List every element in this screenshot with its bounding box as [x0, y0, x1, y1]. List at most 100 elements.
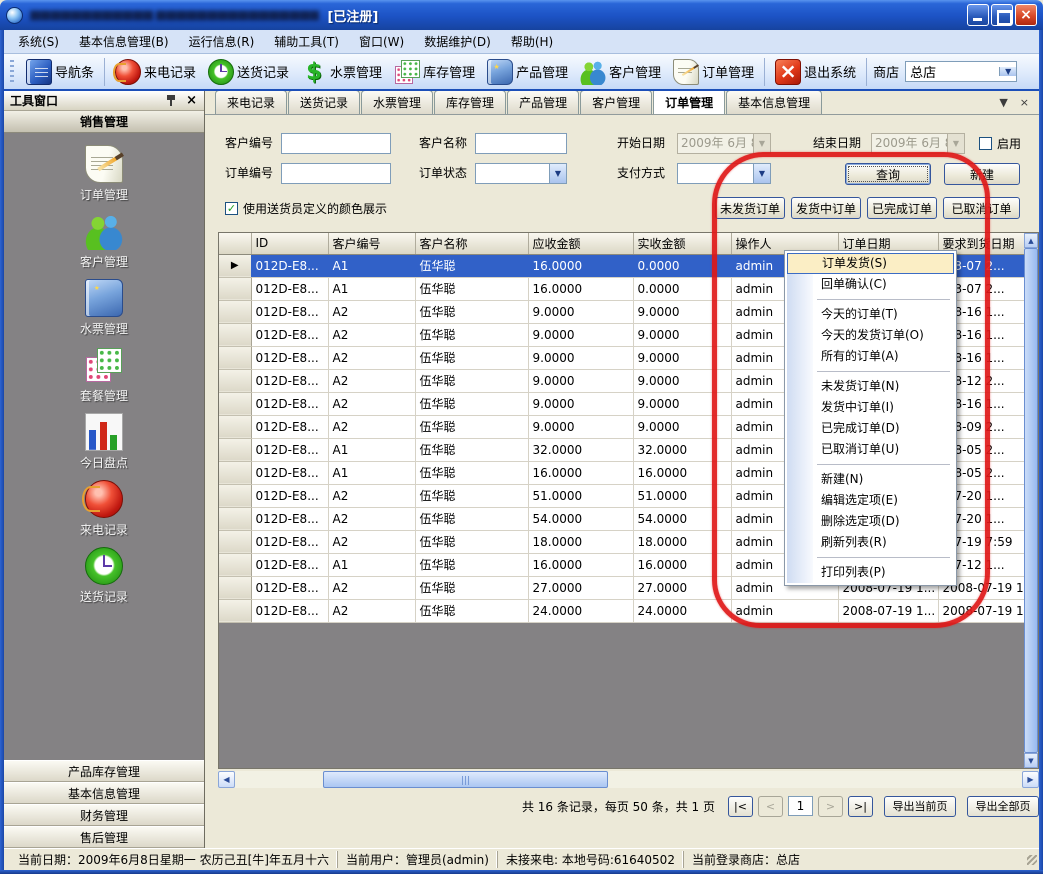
- toolbar-button[interactable]: 导航条: [20, 57, 100, 87]
- toolbar-button[interactable]: 送货记录: [202, 57, 295, 87]
- grid-column-header[interactable]: ID: [251, 233, 328, 254]
- context-menu-item[interactable]: 已取消订单(U): [787, 439, 954, 460]
- toolbar-button[interactable]: 库存管理: [388, 57, 481, 87]
- toolbar-button[interactable]: 订单管理: [667, 57, 760, 87]
- menubar-item[interactable]: 数据维护(D): [414, 29, 501, 54]
- context-menu-item[interactable]: 新建(N): [787, 469, 954, 490]
- tab-scroll-down-icon[interactable]: ▼: [999, 96, 1007, 109]
- tab[interactable]: 库存管理: [434, 90, 506, 114]
- menubar-item[interactable]: 辅助工具(T): [264, 29, 349, 54]
- first-page-button[interactable]: |<: [728, 796, 753, 817]
- pay-method-select[interactable]: ▼: [677, 163, 771, 184]
- scroll-down-icon[interactable]: ▼: [1024, 753, 1038, 768]
- row-selector-cell[interactable]: [219, 300, 251, 323]
- next-page-button[interactable]: >: [818, 796, 843, 817]
- row-selector-cell[interactable]: [219, 415, 251, 438]
- vertical-scrollbar-thumb[interactable]: [1024, 248, 1038, 753]
- sidebar-close-icon[interactable]: ×: [183, 93, 200, 108]
- grid-column-header[interactable]: 客户名称: [415, 233, 528, 254]
- scroll-right-icon[interactable]: ▶: [1022, 771, 1039, 788]
- sidebar-item[interactable]: 客户管理: [44, 212, 164, 270]
- context-menu-item[interactable]: 回单确认(C): [787, 274, 954, 295]
- order-status-filter-button[interactable]: 发货中订单: [791, 197, 861, 219]
- toolbar-button[interactable]: 客户管理: [574, 57, 667, 87]
- tab[interactable]: 基本信息管理: [726, 90, 822, 114]
- scroll-left-icon[interactable]: ◀: [218, 771, 235, 788]
- sidebar-item[interactable]: 送货记录: [44, 547, 164, 605]
- order-status-filter-button[interactable]: 已完成订单: [867, 197, 937, 219]
- row-selector-cell[interactable]: [219, 599, 251, 622]
- export-all-pages-button[interactable]: 导出全部页: [967, 796, 1039, 817]
- menubar-item[interactable]: 窗口(W): [349, 29, 414, 54]
- toolbar-button[interactable]: 产品管理: [481, 57, 574, 87]
- row-selector-cell[interactable]: [219, 277, 251, 300]
- context-menu-item[interactable]: 打印列表(P): [787, 562, 954, 583]
- chevron-down-icon[interactable]: ▼: [947, 134, 964, 153]
- close-button[interactable]: ×: [1015, 4, 1037, 26]
- tab[interactable]: 水票管理: [361, 90, 433, 114]
- end-date-picker[interactable]: 2009年 6月 8日 ▼: [871, 133, 965, 154]
- toolbar-button[interactable]: [104, 58, 105, 86]
- minimize-button[interactable]: [967, 4, 989, 26]
- menubar-item[interactable]: 帮助(H): [501, 29, 563, 54]
- context-menu-item[interactable]: [817, 299, 950, 300]
- new-button[interactable]: 新建: [944, 163, 1020, 185]
- row-selector-cell[interactable]: [219, 369, 251, 392]
- row-selector-cell[interactable]: [219, 507, 251, 530]
- customer-no-input[interactable]: [281, 133, 391, 154]
- export-current-page-button[interactable]: 导出当前页: [884, 796, 956, 817]
- chevron-down-icon[interactable]: ▼: [549, 164, 566, 183]
- sidebar-item[interactable]: 今日盘点: [44, 413, 164, 471]
- row-selector-cell[interactable]: [219, 553, 251, 576]
- row-selector-cell[interactable]: [219, 392, 251, 415]
- row-selector-cell[interactable]: [219, 576, 251, 599]
- tab[interactable]: 送货记录: [288, 90, 360, 114]
- pin-icon[interactable]: [165, 94, 177, 107]
- row-selector-cell[interactable]: [219, 530, 251, 553]
- context-menu-item[interactable]: 所有的订单(A): [787, 346, 954, 367]
- row-selector-cell[interactable]: [219, 461, 251, 484]
- sidebar-item[interactable]: 订单管理: [44, 145, 164, 203]
- tab[interactable]: 产品管理: [507, 90, 579, 114]
- sidebar-item[interactable]: 套餐管理: [44, 346, 164, 404]
- toolbar-button[interactable]: [866, 58, 867, 86]
- tab[interactable]: 来电记录: [215, 90, 287, 114]
- maximize-button[interactable]: [991, 4, 1013, 26]
- row-selector-cell[interactable]: [219, 484, 251, 507]
- toolbar-button[interactable]: 退出系统: [769, 57, 862, 87]
- shop-select[interactable]: 总店 ▼: [905, 61, 1017, 82]
- context-menu-item[interactable]: 今天的订单(T): [787, 304, 954, 325]
- last-page-button[interactable]: >|: [848, 796, 873, 817]
- menubar-item[interactable]: 基本信息管理(B): [69, 29, 179, 54]
- row-selector-cell[interactable]: [219, 323, 251, 346]
- sidebar-group-bar[interactable]: 基本信息管理: [4, 782, 204, 804]
- context-menu-item[interactable]: 编辑选定项(E): [787, 490, 954, 511]
- enable-checkbox[interactable]: [979, 137, 992, 150]
- sidebar-item[interactable]: 来电记录: [44, 480, 164, 538]
- sidebar-group-header[interactable]: 销售管理: [4, 111, 204, 133]
- scroll-up-icon[interactable]: ▲: [1024, 233, 1038, 248]
- horizontal-scrollbar-thumb[interactable]: [323, 771, 608, 788]
- context-menu-item[interactable]: 订单发货(S): [787, 253, 954, 274]
- context-menu-item[interactable]: 已完成订单(D): [787, 418, 954, 439]
- horizontal-scrollbar[interactable]: ◀ ▶: [218, 771, 1039, 788]
- toolbar-grip-icon[interactable]: [10, 60, 14, 84]
- grid-column-header[interactable]: 应收金额: [528, 233, 633, 254]
- row-selector-cell[interactable]: [219, 438, 251, 461]
- context-menu-item[interactable]: 删除选定项(D): [787, 511, 954, 532]
- table-row[interactable]: 012D-E8...A2伍华聪24.000024.0000admin2008-0…: [219, 599, 1026, 622]
- chevron-down-icon[interactable]: ▼: [753, 134, 770, 153]
- row-selector-cell[interactable]: [219, 346, 251, 369]
- toolbar-button[interactable]: [764, 58, 765, 86]
- context-menu-item[interactable]: 未发货订单(N): [787, 376, 954, 397]
- customer-name-input[interactable]: [475, 133, 567, 154]
- sidebar-group-bar[interactable]: 财务管理: [4, 804, 204, 826]
- context-menu-item[interactable]: [817, 557, 950, 558]
- sidebar-group-bar[interactable]: 售后管理: [4, 826, 204, 848]
- chevron-down-icon[interactable]: ▼: [999, 67, 1016, 76]
- tab[interactable]: 订单管理: [653, 88, 725, 114]
- sidebar-item[interactable]: 水票管理: [44, 279, 164, 337]
- toolbar-button[interactable]: 来电记录: [109, 57, 202, 87]
- grid-column-header[interactable]: 客户编号: [328, 233, 415, 254]
- row-selector-cell[interactable]: ▶: [219, 254, 251, 277]
